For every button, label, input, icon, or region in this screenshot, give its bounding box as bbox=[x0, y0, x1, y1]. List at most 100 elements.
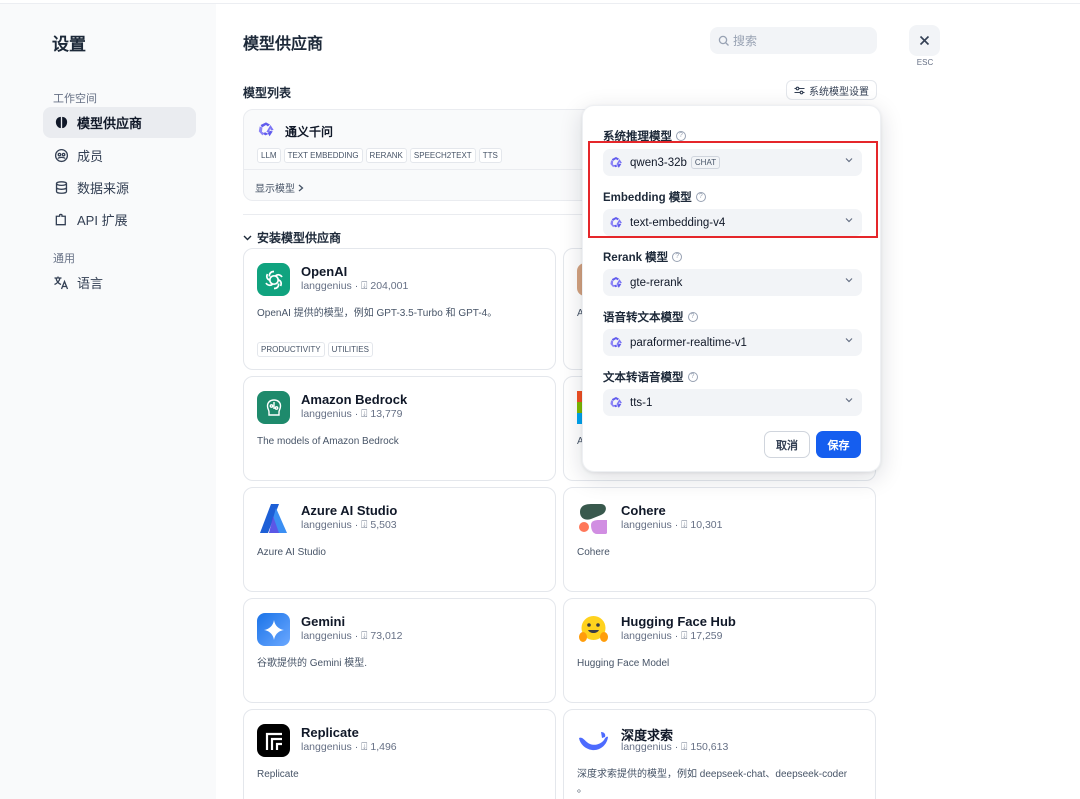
provider-card-replicate[interactable]: Replicate langgenius · ⍗ 1,496 Replicate bbox=[243, 709, 556, 799]
replicate-logo-icon bbox=[257, 724, 290, 757]
sidebar-item-language[interactable]: 语言 bbox=[43, 267, 196, 298]
provider-name: 通义千问 bbox=[285, 125, 334, 139]
card-name: Hugging Face Hub bbox=[621, 614, 736, 629]
card-desc: 谷歌提供的 Gemini 模型. bbox=[257, 658, 368, 669]
sidebar-item-model-provider[interactable]: 模型供应商 bbox=[43, 107, 196, 138]
sliders-icon bbox=[794, 86, 805, 95]
hugging-face-logo-icon bbox=[577, 613, 610, 646]
card-desc: The models of Amazon Bedrock bbox=[257, 436, 399, 447]
openai-logo-icon bbox=[257, 263, 290, 296]
model-list-title: 模型列表 bbox=[243, 86, 292, 100]
esc-hint: ESC bbox=[916, 58, 934, 67]
card-name: Gemini bbox=[301, 614, 346, 629]
system-model-settings-button[interactable]: 系统模型设置 bbox=[786, 80, 877, 100]
sidebar-item-label: 语言 bbox=[77, 276, 104, 291]
help-icon: ? bbox=[672, 252, 683, 262]
tag: LLM bbox=[257, 148, 281, 163]
configured-provider-card: 通义千问 LLM TEXT EMBEDDING RERANK SPEECH2TE… bbox=[243, 109, 603, 201]
card-desc: Hugging Face Model bbox=[577, 658, 670, 669]
search-input[interactable] bbox=[733, 33, 863, 48]
provider-card-cohere[interactable]: Cohere langgenius · ⍗ 10,301 Cohere bbox=[563, 487, 876, 592]
card-desc: Azure AI Studio bbox=[257, 547, 326, 558]
install-section-title: 安装模型供应商 bbox=[257, 231, 342, 245]
download-icon: ⍗ bbox=[681, 741, 688, 753]
chevron-down-icon bbox=[845, 338, 853, 343]
provider-card-azure-ai-studio[interactable]: Azure AI Studio langgenius · ⍗ 5,503 Azu… bbox=[243, 487, 556, 592]
card-meta: langgenius · ⍗ 1,496 bbox=[301, 741, 397, 753]
download-icon: ⍗ bbox=[681, 630, 688, 642]
qwen-logo-icon bbox=[610, 396, 622, 408]
field-label-rerank: Rerank 模型? bbox=[603, 249, 683, 265]
provider-card-hugging-face[interactable]: Hugging Face Hub langgenius · ⍗ 17,259 H… bbox=[563, 598, 876, 703]
sidebar-item-api-extension[interactable]: API 扩展 bbox=[43, 204, 196, 235]
card-name: Replicate bbox=[301, 725, 359, 740]
download-icon: ⍗ bbox=[361, 630, 368, 642]
card-meta: langgenius · ⍗ 73,012 bbox=[301, 630, 403, 642]
card-tags: PRODUCTIVITY UTILITIES bbox=[257, 342, 373, 357]
download-icon: ⍗ bbox=[361, 408, 368, 420]
download-icon: ⍗ bbox=[681, 519, 688, 531]
show-models-link[interactable]: 显示模型 bbox=[255, 180, 304, 195]
puzzle-icon bbox=[53, 212, 69, 228]
gemini-logo-icon bbox=[257, 613, 290, 646]
sidebar-item-data-source[interactable]: 数据来源 bbox=[43, 172, 196, 203]
field-label-tts: 文本转语音模型? bbox=[603, 369, 698, 385]
tag: RERANK bbox=[365, 148, 407, 163]
deepseek-logo-icon bbox=[577, 724, 610, 757]
provider-card-gemini[interactable]: Gemini langgenius · ⍗ 73,012 谷歌提供的 Gemin… bbox=[243, 598, 556, 703]
card-meta: langgenius · ⍗ 150,613 bbox=[621, 741, 729, 753]
card-desc: Cohere bbox=[577, 547, 610, 558]
tag: TTS bbox=[478, 148, 502, 163]
tts-model-select[interactable]: tts-1 bbox=[603, 389, 862, 416]
select-value: tts-1 bbox=[630, 396, 653, 409]
close-button[interactable] bbox=[909, 25, 940, 56]
save-button[interactable]: 保存 bbox=[816, 431, 861, 458]
provider-tags: LLM TEXT EMBEDDING RERANK SPEECH2TEXT TT… bbox=[257, 148, 502, 163]
azure-logo-icon bbox=[257, 502, 290, 535]
search-box[interactable] bbox=[710, 27, 877, 54]
select-value: gte-rerank bbox=[630, 276, 683, 289]
bedrock-logo-icon bbox=[257, 391, 290, 424]
qwen-logo-icon bbox=[610, 336, 622, 348]
search-icon bbox=[718, 35, 730, 47]
chevron-down-icon bbox=[845, 278, 853, 283]
rerank-model-select[interactable]: gte-rerank bbox=[603, 269, 862, 296]
card-name: Cohere bbox=[621, 503, 666, 518]
card-name: Azure AI Studio bbox=[301, 503, 398, 518]
highlight-box bbox=[588, 141, 878, 238]
sidebar-item-label: 模型供应商 bbox=[77, 116, 143, 131]
chevron-down-icon bbox=[845, 398, 853, 403]
members-icon bbox=[53, 148, 69, 164]
tag: PRODUCTIVITY bbox=[257, 342, 325, 357]
provider-card-deepseek[interactable]: 深度求索 langgenius · ⍗ 150,613 深度求索提供的模型，例如… bbox=[563, 709, 876, 799]
card-desc: Replicate bbox=[257, 769, 299, 780]
help-icon: ? bbox=[687, 372, 698, 382]
card-meta: langgenius · ⍗ 204,001 bbox=[301, 280, 409, 292]
cohere-logo-icon bbox=[577, 502, 610, 535]
speech2text-model-select[interactable]: paraformer-realtime-v1 bbox=[603, 329, 862, 356]
qwen-logo-icon bbox=[610, 276, 622, 288]
page-title: 模型供应商 bbox=[243, 36, 324, 53]
install-section-toggle[interactable]: 安装模型供应商 bbox=[243, 229, 341, 246]
database-icon bbox=[53, 180, 69, 196]
translate-icon bbox=[53, 275, 69, 291]
download-icon: ⍗ bbox=[361, 280, 368, 292]
tag: SPEECH2TEXT bbox=[409, 148, 476, 163]
sidebar-item-label: 数据来源 bbox=[77, 181, 130, 196]
brain-icon bbox=[53, 115, 69, 131]
divider bbox=[244, 169, 602, 170]
cancel-button[interactable]: 取消 bbox=[764, 431, 810, 458]
chevron-down-icon bbox=[243, 235, 252, 241]
card-meta: langgenius · ⍗ 10,301 bbox=[621, 519, 723, 531]
help-icon: ? bbox=[676, 131, 686, 141]
general-group-label: 通用 bbox=[53, 253, 75, 265]
workspace-group-label: 工作空间 bbox=[53, 93, 97, 105]
tag: UTILITIES bbox=[327, 342, 373, 357]
show-models-label: 显示模型 bbox=[255, 184, 295, 195]
sidebar-item-members[interactable]: 成员 bbox=[43, 140, 196, 171]
system-model-settings-label: 系统模型设置 bbox=[809, 86, 869, 98]
card-meta: langgenius · ⍗ 5,503 bbox=[301, 519, 397, 531]
provider-card-amazon-bedrock[interactable]: Amazon Bedrock langgenius · ⍗ 13,779 The… bbox=[243, 376, 556, 481]
section-divider bbox=[243, 214, 583, 215]
provider-card-openai[interactable]: OpenAI langgenius · ⍗ 204,001 OpenAI 提供的… bbox=[243, 248, 556, 370]
